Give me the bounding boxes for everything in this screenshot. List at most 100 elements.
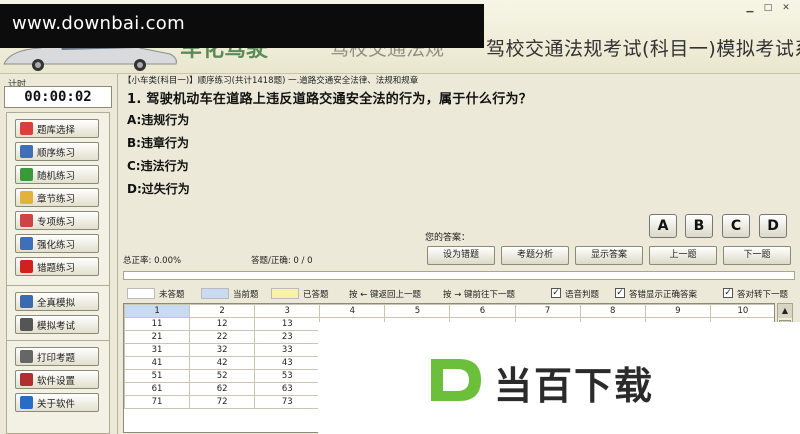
menu-button-label: 打印考题 xyxy=(37,352,76,364)
menu-button-group1-4[interactable]: 专项练习 xyxy=(15,211,99,230)
next-hint: 按 → 键前往下一题 xyxy=(443,290,516,300)
menu-group-system: 打印考题软件设置关于软件 xyxy=(6,340,110,434)
answer-a-button[interactable]: A xyxy=(649,214,677,238)
menu-button-group3-0[interactable]: 打印考题 xyxy=(15,347,99,366)
question-cell[interactable]: 1 xyxy=(124,304,191,318)
answered-stat: 答题/正确: 0 / 0 xyxy=(251,256,313,266)
show-correct-label: 答错显示正确答案 xyxy=(629,290,698,300)
question-cell[interactable]: 7 xyxy=(514,304,581,318)
question-cell[interactable]: 22 xyxy=(189,330,256,344)
question-cell[interactable]: 43 xyxy=(254,356,321,370)
menu-group-exam: 全真模拟 模拟考试 xyxy=(6,285,110,341)
timer-display: 00:00:02 xyxy=(4,86,112,108)
question-cell[interactable]: 10 xyxy=(709,304,774,318)
scroll-up-icon[interactable]: ▲ xyxy=(778,304,792,318)
answered-swatch xyxy=(271,288,299,299)
monitor-icon xyxy=(20,295,33,308)
voice-judge-label: 语音判题 xyxy=(565,290,600,300)
option-a[interactable]: A:违规行为 xyxy=(127,111,189,128)
show-answer-button[interactable]: 显示答案 xyxy=(575,246,643,265)
database-icon xyxy=(20,122,33,135)
analysis-button[interactable]: 考题分析 xyxy=(501,246,569,265)
menu-button-group3-2[interactable]: 关于软件 xyxy=(15,393,99,412)
question-cell[interactable]: 3 xyxy=(254,304,321,318)
menu-button-group3-1[interactable]: 软件设置 xyxy=(15,370,99,389)
prev-hint: 按 ← 键返回上一题 xyxy=(349,290,422,300)
question-cell[interactable]: 63 xyxy=(254,382,321,396)
mark-wrong-button[interactable]: 设为错题 xyxy=(427,246,495,265)
maximize-icon[interactable]: □ xyxy=(760,2,776,14)
menu-button-label: 专项练习 xyxy=(37,216,76,228)
menu-button-group2-0[interactable]: 全真模拟 xyxy=(15,292,99,311)
close-icon[interactable]: ✕ xyxy=(778,2,794,14)
menu-button-group2-1[interactable]: 模拟考试 xyxy=(15,315,99,334)
menu-button-label: 错题练习 xyxy=(37,262,76,274)
minimize-icon[interactable]: ▁ xyxy=(742,2,758,14)
progress-bar xyxy=(123,271,795,280)
question-cell[interactable]: 9 xyxy=(644,304,711,318)
menu-button-group1-5[interactable]: 强化练习 xyxy=(15,234,99,253)
menu-button-group1-6[interactable]: 错题练习 xyxy=(15,257,99,276)
question-cell[interactable]: 8 xyxy=(579,304,646,318)
question-cell[interactable]: 53 xyxy=(254,369,321,383)
breadcrumb: 【小车类(科目一)】顺序练习(共计1418题) 一.道路交通安全法律、法规和规章 xyxy=(123,76,419,86)
question-cell[interactable]: 4 xyxy=(319,304,386,318)
question-cell[interactable]: 61 xyxy=(124,382,191,396)
legend-bar: 未答题 当前题 已答题 按 ← 键返回上一题 按 → 键前往下一题 ✓ 语音判题… xyxy=(123,287,795,302)
question-cell[interactable]: 5 xyxy=(384,304,451,318)
accuracy-stat: 总正率: 0.00% xyxy=(123,256,182,266)
table-row: 1 2 3 4 5 6 7 8 9 10 xyxy=(124,304,774,318)
chart-icon xyxy=(20,237,33,250)
option-b[interactable]: B:违章行为 xyxy=(127,134,189,151)
question-cell[interactable]: 71 xyxy=(124,395,191,409)
question-cell[interactable]: 62 xyxy=(189,382,256,396)
refresh-icon xyxy=(20,168,33,181)
menu-button-label: 顺序练习 xyxy=(37,147,76,159)
question-cell[interactable]: 31 xyxy=(124,343,191,357)
answered-label: 已答题 xyxy=(303,290,329,300)
next-question-button[interactable]: 下一题 xyxy=(723,246,791,265)
prev-question-button[interactable]: 上一题 xyxy=(649,246,717,265)
question-cell[interactable]: 23 xyxy=(254,330,321,344)
menu-button-group1-3[interactable]: 章节练习 xyxy=(15,188,99,207)
question-cell[interactable]: 6 xyxy=(449,304,516,318)
checklist-icon xyxy=(20,214,33,227)
question-cell[interactable]: 32 xyxy=(189,343,256,357)
question-cell[interactable]: 72 xyxy=(189,395,256,409)
menu-button-label: 题库选择 xyxy=(37,124,76,136)
question-cell[interactable]: 52 xyxy=(189,369,256,383)
option-c[interactable]: C:违法行为 xyxy=(127,157,189,174)
window-controls: ▁ □ ✕ xyxy=(742,2,794,14)
question-cell[interactable]: 12 xyxy=(189,317,256,331)
auto-next-checkbox[interactable]: ✓ xyxy=(723,288,733,298)
question-cell[interactable]: 33 xyxy=(254,343,321,357)
question-cell[interactable]: 41 xyxy=(124,356,191,370)
question-cell[interactable]: 73 xyxy=(254,395,321,409)
menu-button-label: 关于软件 xyxy=(37,398,76,410)
menu-button-group1-2[interactable]: 随机练习 xyxy=(15,165,99,184)
menu-button-group1-1[interactable]: 顺序练习 xyxy=(15,142,99,161)
question-cell[interactable]: 42 xyxy=(189,356,256,370)
printer-icon xyxy=(20,350,33,363)
answer-b-button[interactable]: B xyxy=(685,214,713,238)
menu-button-label: 章节练习 xyxy=(37,193,76,205)
voice-judge-checkbox[interactable]: ✓ xyxy=(551,288,561,298)
answer-c-button[interactable]: C xyxy=(722,214,750,238)
question-cell[interactable]: 11 xyxy=(124,317,191,331)
flag-icon xyxy=(20,260,33,273)
show-correct-checkbox[interactable]: ✓ xyxy=(615,288,625,298)
option-d[interactable]: D:过失行为 xyxy=(127,180,190,197)
question-cell[interactable]: 2 xyxy=(189,304,256,318)
menu-button-label: 软件设置 xyxy=(37,375,76,387)
app-banner: 车化驾驶 驾校交通法规 驾校交通法规考试(科目一)模拟考试系统 www.down… xyxy=(0,0,800,74)
question-cell[interactable]: 21 xyxy=(124,330,191,344)
document-icon xyxy=(20,145,33,158)
question-cell[interactable]: 13 xyxy=(254,317,321,331)
answer-d-button[interactable]: D xyxy=(759,214,787,238)
your-answer-label: 您的答案： xyxy=(425,233,471,243)
question-cell[interactable]: 51 xyxy=(124,369,191,383)
menu-button-group1-0[interactable]: 题库选择 xyxy=(15,119,99,138)
auto-next-label: 答对转下一题 xyxy=(737,290,789,300)
watermark-text: www.downbai.com xyxy=(12,13,185,34)
watermark-bar: www.downbai.com xyxy=(0,4,484,48)
